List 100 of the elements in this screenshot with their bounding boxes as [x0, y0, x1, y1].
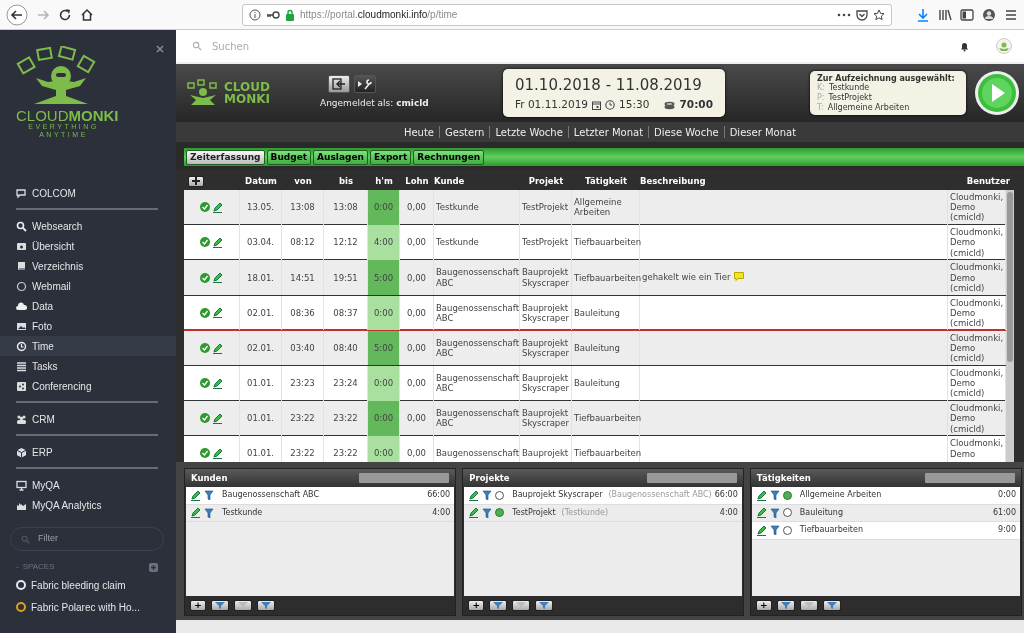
nav-item[interactable]: Foto [0, 316, 176, 337]
tab[interactable]: Export [369, 149, 412, 165]
nav-item[interactable]: ERP [0, 442, 176, 463]
filter-button[interactable] [822, 600, 841, 611]
list-item[interactable]: Tiefbauarbeiten 9:00 [751, 522, 1020, 540]
pencil-icon[interactable] [468, 489, 480, 501]
radio-button[interactable] [782, 525, 792, 535]
range-link[interactable]: Dieser Monat [729, 124, 797, 140]
check-icon[interactable] [200, 378, 210, 389]
check-icon[interactable] [200, 448, 210, 459]
add-button[interactable]: + [755, 600, 772, 611]
pencil-icon[interactable] [755, 489, 767, 501]
pencil-icon[interactable] [755, 524, 767, 536]
filter-icon[interactable] [769, 490, 780, 501]
play-button[interactable] [974, 70, 1020, 116]
list-item[interactable]: Testkunde 4:00 [186, 504, 455, 522]
filter-button[interactable] [535, 600, 554, 611]
pencil-icon[interactable] [755, 507, 767, 519]
library-icon[interactable] [938, 7, 952, 22]
add-icon[interactable] [149, 562, 158, 572]
range-link[interactable]: Diese Woche [654, 124, 719, 140]
download-icon[interactable] [916, 7, 930, 22]
range-link[interactable]: Gestern [445, 124, 485, 140]
check-icon[interactable] [200, 343, 210, 354]
panel-search-field[interactable] [359, 473, 450, 483]
tab[interactable]: Budget [266, 149, 312, 165]
nav-item[interactable]: MyQA [0, 475, 176, 496]
nav-item[interactable]: MyQA Analytics [0, 495, 176, 516]
pencil-icon[interactable] [212, 447, 223, 459]
nav-item[interactable]: Tasks [0, 356, 176, 377]
range-link[interactable]: Letzte Woche [495, 124, 563, 140]
add-button[interactable]: + [190, 600, 206, 611]
nav-item[interactable]: COLCOM [0, 183, 176, 204]
tab[interactable]: Zeiterfassung [186, 149, 265, 165]
nav-item[interactable]: Conferencing [0, 376, 176, 397]
filter-button[interactable] [211, 600, 229, 611]
add-button[interactable]: + [468, 600, 485, 611]
nav-item[interactable]: Time [0, 336, 176, 357]
pencil-icon[interactable] [212, 272, 223, 284]
radio-button[interactable] [495, 490, 505, 500]
pencil-icon[interactable] [468, 507, 480, 519]
table-row[interactable]: 03.04. 08:12 12:12 4:00 0,00 Testkunde TestProjekt Tiefbauarbeiten Cloudmonki, Demo (cmicld) [184, 225, 1006, 261]
list-item[interactable]: Bauprojekt Skyscraper (Baugenossenschaft ABC) 66:00 [464, 487, 742, 505]
filter-button[interactable] [799, 600, 818, 611]
reload-button[interactable] [58, 7, 72, 22]
nav-item[interactable]: Data [0, 296, 176, 317]
radio-button[interactable] [495, 508, 505, 518]
filter-icon[interactable] [204, 507, 214, 518]
nav-item[interactable]: CRM [0, 409, 176, 430]
more-icon[interactable] [837, 11, 851, 18]
filter-icon[interactable] [769, 507, 780, 518]
search-bar[interactable]: Suchen [176, 30, 1024, 64]
range-link[interactable]: Letzter Monat [573, 124, 644, 140]
filter-icon[interactable] [482, 490, 493, 501]
tab[interactable]: Rechnungen [413, 149, 485, 165]
filter-icon[interactable] [769, 525, 780, 536]
nav-item[interactable]: Übersicht [0, 236, 176, 257]
close-button[interactable] [156, 42, 164, 54]
star-icon[interactable] [873, 8, 885, 21]
tab[interactable]: Auslagen [313, 149, 368, 165]
panel-search-field[interactable] [925, 473, 1015, 483]
filter-button[interactable] [489, 600, 508, 611]
filter-button[interactable] [512, 600, 531, 611]
pencil-icon[interactable] [212, 377, 223, 389]
space-item[interactable]: Fabric bleeding claim [0, 575, 176, 596]
filter-icon[interactable] [482, 507, 493, 518]
address-bar[interactable]: https://portal.cloudmonki.info/p/time [242, 3, 892, 26]
nav-item[interactable]: Webmail [0, 276, 176, 297]
range-link[interactable]: Heute [403, 124, 434, 140]
settings-button[interactable] [354, 75, 376, 94]
menu-icon[interactable] [1004, 7, 1018, 22]
bell-icon[interactable] [959, 40, 970, 52]
radio-button[interactable] [782, 508, 792, 518]
sidebar-icon[interactable] [960, 7, 974, 22]
pencil-icon[interactable] [212, 342, 223, 354]
list-item[interactable]: Allgemeine Arbeiten 0:00 [751, 487, 1020, 505]
filter-button[interactable] [234, 600, 252, 611]
pencil-icon[interactable] [212, 307, 223, 319]
check-icon[interactable] [200, 272, 210, 283]
check-icon[interactable] [200, 307, 210, 318]
check-icon[interactable] [200, 202, 210, 213]
check-icon[interactable] [200, 237, 210, 248]
shield-icon[interactable] [856, 8, 868, 21]
space-item[interactable]: Fabric Polarec with Ho... [0, 597, 176, 618]
pencil-icon[interactable] [190, 489, 201, 501]
pencil-icon[interactable] [212, 236, 223, 248]
pencil-icon[interactable] [212, 201, 223, 213]
check-icon[interactable] [200, 413, 210, 424]
panel-search-field[interactable] [646, 473, 737, 483]
filter-button[interactable] [776, 600, 795, 611]
nav-item[interactable]: Verzeichnis [0, 256, 176, 277]
account-icon[interactable] [982, 7, 996, 22]
scrollbar[interactable] [1006, 190, 1014, 462]
calendar-icon[interactable] [592, 100, 602, 110]
nav-item[interactable]: Websearch [0, 216, 176, 237]
back-button[interactable] [6, 3, 28, 26]
list-item[interactable]: Baugenossenschaft ABC 66:00 [186, 487, 455, 505]
filter-button[interactable] [257, 600, 275, 611]
radio-button[interactable] [782, 490, 792, 500]
list-item[interactable]: TestProjekt (Testkunde) 4:00 [464, 504, 742, 522]
